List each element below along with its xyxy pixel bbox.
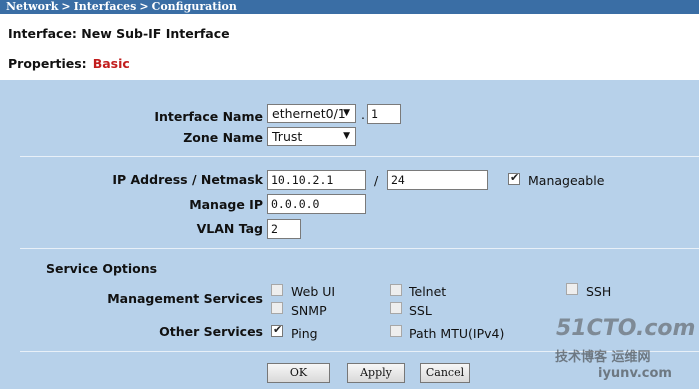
webui-label: Web UI xyxy=(291,284,336,299)
ssh-checkbox[interactable] xyxy=(566,283,578,295)
interface-name-select[interactable]: ethernet0/1 ▼ xyxy=(267,104,356,123)
snmp-checkbox[interactable] xyxy=(271,302,283,314)
chevron-down-icon: ▼ xyxy=(343,108,350,118)
interface-name-label: Interface Name xyxy=(154,109,263,124)
properties-label: Properties: xyxy=(8,56,87,71)
breadcrumb-separator-icon: > xyxy=(61,0,71,13)
breadcrumb-configuration: Configuration xyxy=(151,0,237,13)
ping-label: Ping xyxy=(291,326,318,341)
ok-button[interactable]: OK xyxy=(267,363,330,383)
breadcrumb: Network > Interfaces > Configuration xyxy=(0,0,699,14)
apply-button[interactable]: Apply xyxy=(347,363,405,383)
service-options-title: Service Options xyxy=(46,261,158,276)
ssh-label: SSH xyxy=(586,284,612,299)
watermark-url: iyunv.com xyxy=(598,366,672,381)
ip-address-input[interactable]: 10.10.2.1 xyxy=(267,170,366,190)
manage-ip-input[interactable]: 0.0.0.0 xyxy=(267,194,366,214)
vlan-tag-label: VLAN Tag xyxy=(196,221,263,236)
path-mtu-label: Path MTU(IPv4) xyxy=(409,326,505,341)
breadcrumb-interfaces[interactable]: Interfaces xyxy=(74,0,137,13)
zone-name-label: Zone Name xyxy=(183,130,263,145)
telnet-label: Telnet xyxy=(409,284,447,299)
path-mtu-checkbox[interactable] xyxy=(390,325,402,337)
management-services-label: Management Services xyxy=(107,291,263,306)
interface-form-panel: Interface Name ethernet0/1 ▼ . 1 Zone Na… xyxy=(0,80,699,389)
other-services-label: Other Services xyxy=(159,324,263,339)
manageable-label: Manageable xyxy=(528,173,605,188)
breadcrumb-separator-icon: > xyxy=(139,0,149,13)
ping-checkbox[interactable] xyxy=(271,323,283,337)
telnet-checkbox[interactable] xyxy=(390,284,402,296)
watermark-line2: 技术博客 xyxy=(555,350,608,365)
page-title: Interface: New Sub-IF Interface xyxy=(8,26,230,41)
ssl-checkbox[interactable] xyxy=(390,302,402,314)
zone-name-value: Trust xyxy=(272,129,303,144)
vlan-tag-input[interactable]: 2 xyxy=(267,219,301,239)
zone-name-select[interactable]: Trust ▼ xyxy=(267,127,356,146)
watermark-caption: 技术博客 运维网 xyxy=(555,346,651,365)
netmask-input[interactable]: 24 xyxy=(387,170,488,190)
properties-header: Properties: Basic xyxy=(8,56,130,71)
netmask-separator: / xyxy=(374,173,379,188)
properties-value[interactable]: Basic xyxy=(93,56,130,71)
chevron-down-icon: ▼ xyxy=(343,131,350,141)
divider xyxy=(20,156,699,157)
breadcrumb-network[interactable]: Network xyxy=(6,0,58,13)
manage-ip-label: Manage IP xyxy=(189,197,263,212)
manageable-checkbox[interactable] xyxy=(508,171,520,185)
snmp-label: SNMP xyxy=(291,303,327,318)
divider xyxy=(20,248,699,249)
watermark-line3: 运维网 xyxy=(611,350,651,365)
ip-netmask-label: IP Address / Netmask xyxy=(112,172,263,187)
cancel-button[interactable]: Cancel xyxy=(420,363,470,383)
webui-checkbox[interactable] xyxy=(271,284,283,296)
ssl-label: SSL xyxy=(409,303,432,318)
subif-number-input[interactable]: 1 xyxy=(367,104,401,124)
subif-dot: . xyxy=(361,107,365,122)
interface-name-value: ethernet0/1 xyxy=(272,106,346,121)
watermark-logo: 51CTO.com xyxy=(556,316,696,341)
